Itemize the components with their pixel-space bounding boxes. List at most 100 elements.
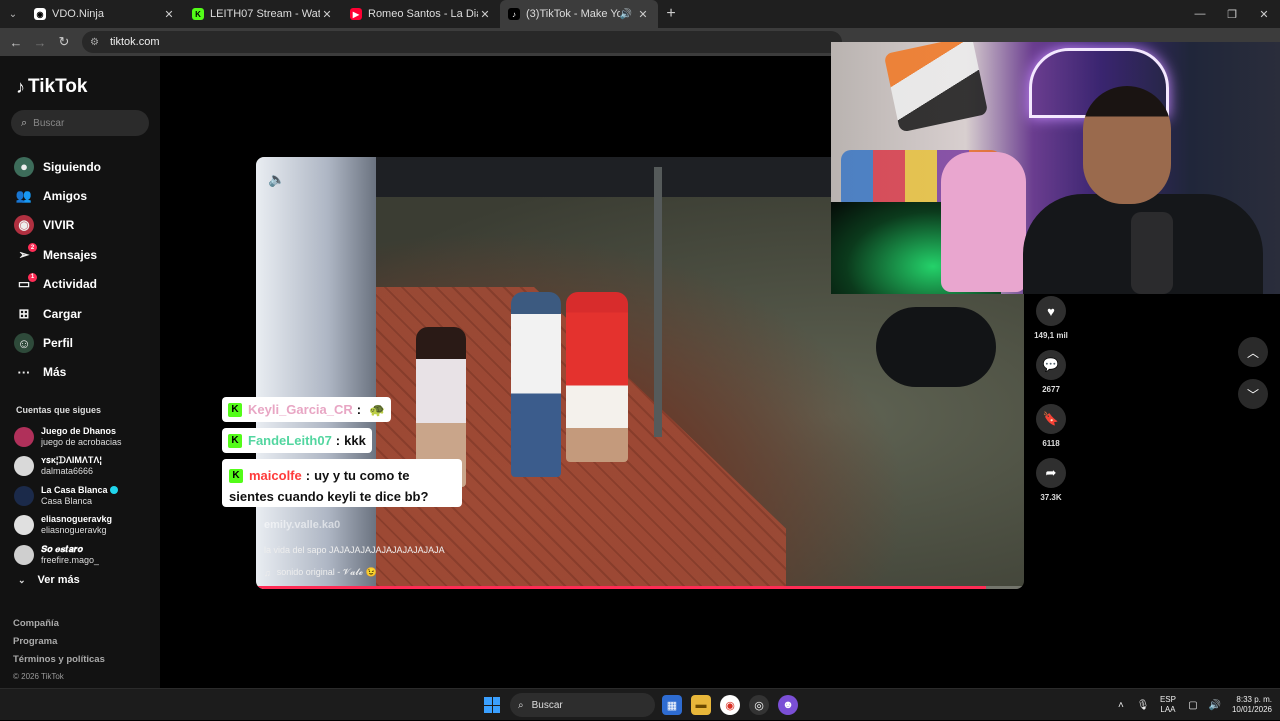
video-description: la vida del sapo JAJAJAJAJAJAJAJAJAJAJA	[264, 545, 445, 555]
volume-icon[interactable]: 🔊	[1204, 700, 1226, 711]
windows-start-icon[interactable]	[484, 697, 500, 713]
video-motorcycle	[876, 307, 996, 387]
minimize-icon[interactable]: —	[1184, 8, 1216, 20]
store-app-icon[interactable]: ▦	[662, 695, 682, 715]
video-progress-fill	[256, 586, 986, 589]
sound-label: sonido original - 𝓥𝓪𝓵𝓮 😉	[276, 567, 377, 577]
avatar	[14, 544, 34, 565]
friends-icon: 👥	[15, 188, 33, 204]
footer-link-program[interactable]: Programa	[13, 636, 105, 654]
clock[interactable]: 8:33 p. m. 10/01/2026	[1232, 695, 1272, 715]
sidebar-item-mas[interactable]: ··· Más	[14, 358, 154, 387]
sidebar-item-siguiendo[interactable]: ● Siguiendo	[14, 152, 154, 181]
video-sound[interactable]: ♫ sonido original - 𝓥𝓪𝓵𝓮 😉	[264, 567, 377, 578]
account-handle: freefire.mago_	[41, 554, 100, 565]
chrome-app-icon[interactable]: ◉	[720, 695, 740, 715]
microphone-icon[interactable]: 🎙	[1132, 700, 1154, 711]
list-item[interactable]: 𝑺𝒐 𝒆𝒔𝒕𝒂𝒓𝒐 freefire.mago_	[14, 540, 154, 570]
save-button[interactable]: 🔖 6118	[1030, 404, 1072, 448]
sidebar-item-amigos[interactable]: 👥 Amigos	[14, 181, 154, 210]
activity-badge: 1	[28, 272, 37, 282]
sidebar-nav: ● Siguiendo 👥 Amigos ◉ VIVIR ➢ 2 Mensaje…	[14, 152, 154, 387]
chat-text: uy y tu como te	[314, 468, 410, 483]
speaker-icon[interactable]: 🔊	[620, 9, 632, 20]
sidebar-item-perfil[interactable]: ☺ Perfil	[14, 328, 154, 357]
video-progress-bar[interactable]	[256, 586, 1024, 589]
chat-separator: :	[305, 468, 311, 483]
language-indicator[interactable]: ESP LAA	[1160, 695, 1176, 715]
tab-tiktok[interactable]: ♪ (3)TikTok - Make Your Day 🔊 ✕	[500, 0, 658, 28]
search-input[interactable]: ⌕ Buscar	[11, 110, 149, 136]
site-info-icon[interactable]: ⚙	[90, 37, 104, 48]
tab-vdo-ninja[interactable]: ◉ VDO.Ninja ✕	[26, 0, 184, 28]
following-list: Juego de Dhanos juego de acrobacias ʏꜱᴋ¦ᗪ…	[14, 422, 154, 570]
chat-message: K Keyli_Garcia_CR : 🐢	[222, 397, 392, 422]
video-scene-pillar	[654, 167, 662, 437]
more-icon: ···	[17, 364, 31, 380]
chat-separator: :	[356, 402, 362, 417]
tab-leith07-stream[interactable]: K LEITH07 Stream - Watch Live on ✕	[184, 0, 342, 28]
address-bar[interactable]: ⚙ tiktok.com	[82, 31, 842, 53]
tab-title: LEITH07 Stream - Watch Live on	[210, 8, 320, 20]
file-explorer-icon[interactable]: ▬	[691, 695, 711, 715]
list-item[interactable]: La Casa Blanca Casa Blanca	[14, 481, 154, 511]
taskbar-search[interactable]: ⌕ Buscar	[510, 693, 655, 717]
video-username[interactable]: emily.valle.ka0	[264, 519, 340, 531]
reload-icon[interactable]: ↻	[52, 34, 76, 50]
close-window-icon[interactable]: ✕	[1248, 8, 1280, 21]
like-button[interactable]: ♥ 149,1 mil	[1030, 296, 1072, 340]
sidebar-item-actividad[interactable]: ▭ 1 Actividad	[14, 270, 154, 299]
chevron-down-icon: ⌄	[18, 574, 26, 585]
mute-icon[interactable]: 🔈	[268, 171, 285, 188]
tab-close-icon[interactable]: ✕	[636, 8, 650, 21]
list-item[interactable]: ʏꜱᴋ¦ᗪΛIMΛTΛ¦ dalmata6666	[14, 452, 154, 482]
obs-app-icon[interactable]: ◎	[749, 695, 769, 715]
sidebar-item-label: Perfil	[43, 336, 74, 351]
network-icon[interactable]: ▢	[1182, 700, 1204, 711]
purple-app-icon[interactable]: ☻	[778, 695, 798, 715]
tab-youtube-romeo[interactable]: ▶ Romeo Santos - La Diabla/Mi S ✕	[342, 0, 500, 28]
kick-badge-icon: K	[229, 468, 243, 483]
tab-close-icon[interactable]: ✕	[478, 8, 492, 21]
share-count: 37.3K	[1040, 493, 1062, 502]
chat-message: K FandeLeith07 : kkk	[222, 428, 372, 453]
tab-search-menu-icon[interactable]: ⌄	[0, 0, 26, 28]
tab-close-icon[interactable]: ✕	[320, 8, 334, 21]
live-icon: ◉	[14, 215, 34, 236]
forward-icon[interactable]: →	[28, 35, 52, 50]
account-handle: dalmata6666	[41, 466, 94, 477]
share-button[interactable]: ➦ 37.3K	[1030, 458, 1072, 502]
like-count: 149,1 mil	[1034, 331, 1068, 340]
chat-separator: :	[335, 433, 341, 448]
previous-video-button[interactable]: ︿	[1238, 337, 1268, 367]
see-more-button[interactable]: ⌄ Ver más	[18, 574, 80, 586]
sidebar-item-mensajes[interactable]: ➢ 2 Mensajes	[14, 240, 154, 269]
footer-link-company[interactable]: Compañía	[13, 618, 105, 636]
account-name: La Casa Blanca	[41, 484, 108, 495]
footer-link-terms[interactable]: Términos y políticas	[13, 654, 105, 672]
tab-close-icon[interactable]: ✕	[162, 8, 176, 21]
new-tab-button[interactable]: +	[658, 5, 684, 23]
video-person	[511, 292, 561, 477]
windows-taskbar: ⌕ Buscar ▦ ▬ ◉ ◎ ☻ ˄ 🎙 ESP LAA ▢ 🔊 8:33 …	[0, 688, 1280, 720]
window-controls: — ❐ ✕	[1184, 0, 1280, 28]
comment-button[interactable]: 💬 2677	[1030, 350, 1072, 394]
verified-icon	[109, 486, 118, 495]
chat-username: Keyli_Garcia_CR	[248, 402, 353, 417]
sidebar-item-cargar[interactable]: ⊞ Cargar	[14, 299, 154, 328]
footer-links: Compañía Programa Términos y políticas ©…	[13, 618, 105, 690]
chevron-up-icon: ︿	[1246, 345, 1259, 360]
account-handle: Casa Blanca	[41, 495, 93, 506]
kick-favicon-icon: K	[192, 8, 204, 20]
chevron-up-icon[interactable]: ˄	[1110, 700, 1132, 711]
next-video-button[interactable]: ﹀	[1238, 379, 1268, 409]
sidebar-item-vivir[interactable]: ◉ VIVIR	[14, 211, 154, 240]
tiktok-logo[interactable]: ♪ TikTok	[16, 76, 87, 98]
list-item[interactable]: Juego de Dhanos juego de acrobacias	[14, 422, 154, 452]
avatar	[14, 515, 34, 536]
url-text: tiktok.com	[110, 36, 160, 48]
back-icon[interactable]: ←	[4, 35, 28, 50]
heart-icon: ♥	[1036, 296, 1066, 326]
list-item[interactable]: eliasnogueravkg eliasnogueravkg	[14, 511, 154, 541]
restore-icon[interactable]: ❐	[1216, 8, 1248, 21]
